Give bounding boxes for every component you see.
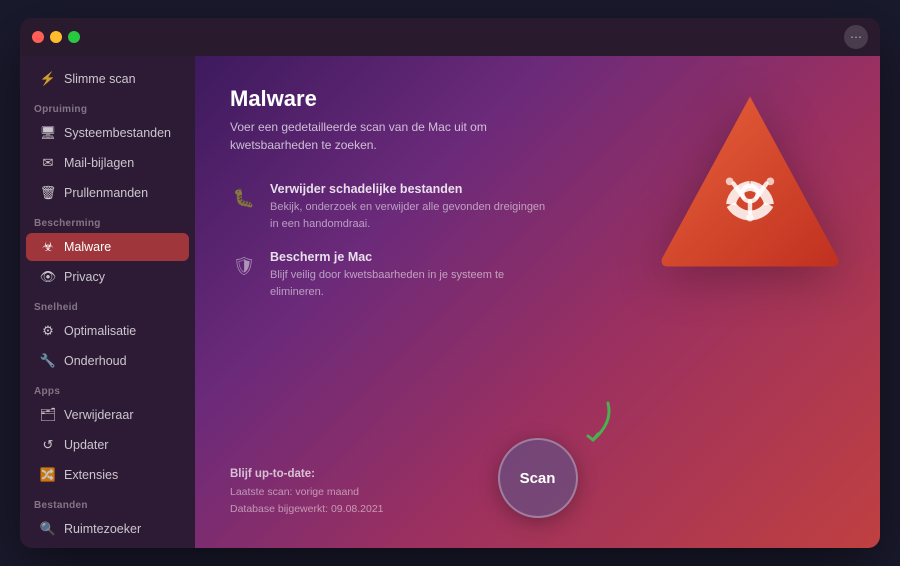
verwijderaar-icon: 🗂 [40,407,56,423]
page-title: Malware [230,86,845,112]
feature-title-verwijder: Verwijder schadelijke bestanden [270,182,550,196]
extensies-icon: 🔀 [40,467,56,483]
privacy-icon: 👁 [40,269,56,285]
malware-illustration [650,86,850,276]
updater-label: Updater [64,438,108,452]
maximize-button[interactable] [68,31,80,43]
sidebar-item-slimme-scan[interactable]: ⚡ Slimme scan [26,65,189,93]
main-area: ⚡ Slimme scan Opruiming 🖥 Systeembestand… [20,56,880,548]
gear-button[interactable]: ⋯ [844,25,868,49]
updater-icon: ↺ [40,437,56,453]
titlebar: ⋯ [20,18,880,56]
close-button[interactable] [32,31,44,43]
feature-desc-verwijder: Bekijk, onderzoek en verwijder alle gevo… [270,199,550,232]
feature-text-bescherm: Bescherm je Mac Blijf veilig door kwetsb… [270,250,550,300]
sidebar-item-prullenmanden[interactable]: 🗑 Prullenmanden [26,179,189,207]
page-subtitle: Voer een gedetailleerde scan van de Mac … [230,118,510,154]
privacy-label: Privacy [64,270,105,284]
feature-text-verwijder: Verwijder schadelijke bestanden Bekijk, … [270,182,550,232]
sidebar-item-extensies[interactable]: 🔀 Extensies [26,461,189,489]
systeembestanden-label: Systeembestanden [64,126,171,140]
feature-item-bescherm: 🛡 Bescherm je Mac Blijf veilig door kwet… [230,250,550,300]
sidebar-item-systeembestanden[interactable]: 🖥 Systeembestanden [26,119,189,147]
sidebar: ⚡ Slimme scan Opruiming 🖥 Systeembestand… [20,56,195,548]
section-label-apps: Apps [20,376,195,400]
slimme-scan-label: Slimme scan [64,72,136,86]
slimme-scan-icon: ⚡ [40,71,56,87]
sidebar-item-verwijderaar[interactable]: 🗂 Verwijderaar [26,401,189,429]
section-label-bestanden: Bestanden [20,490,195,514]
bug-icon: 🐛 [230,184,258,212]
scan-button[interactable]: Scan [498,438,578,518]
gear-icon: ⋯ [850,30,862,44]
feature-title-bescherm: Bescherm je Mac [270,250,550,264]
onderhoud-label: Onderhoud [64,354,127,368]
prullenmanden-icon: 🗑 [40,185,56,201]
section-label-bescherming: Bescherming [20,208,195,232]
sidebar-item-malware[interactable]: ☣ Malware [26,233,189,261]
ruimtezoeker-label: Ruimtezoeker [64,522,141,536]
sidebar-item-updater[interactable]: ↺ Updater [26,431,189,459]
traffic-lights [32,31,80,43]
section-label-opruiming: Opruiming [20,94,195,118]
shield-icon: 🛡 [230,252,258,280]
minimize-button[interactable] [50,31,62,43]
onderhoud-icon: 🔧 [40,353,56,369]
optimalisatie-label: Optimalisatie [64,324,136,338]
extensies-label: Extensies [64,468,118,482]
main-content: Malware Voer een gedetailleerde scan van… [195,56,880,548]
scan-button-area: Scan [498,438,578,518]
optimalisatie-icon: ⚙ [40,323,56,339]
verwijderaar-label: Verwijderaar [64,408,133,422]
sidebar-item-groot-en-oud[interactable]: 📁 Groot en oud [26,545,189,548]
section-label-snelheid: Snelheid [20,292,195,316]
sidebar-item-mail-bijlagen[interactable]: ✉ Mail-bijlagen [26,149,189,177]
ruimtezoeker-icon: 🔍 [40,521,56,537]
sidebar-item-onderhoud[interactable]: 🔧 Onderhoud [26,347,189,375]
feature-desc-bescherm: Blijf veilig door kwetsbaarheden in je s… [270,267,550,300]
mail-bijlagen-icon: ✉ [40,155,56,171]
app-window: ⋯ ⚡ Slimme scan Opruiming 🖥 Systeembesta… [20,18,880,548]
systeembestanden-icon: 🖥 [40,125,56,141]
sidebar-item-ruimtezoeker[interactable]: 🔍 Ruimtezoeker [26,515,189,543]
malware-icon: ☣ [40,239,56,255]
malware-label: Malware [64,240,111,254]
feature-item-verwijder: 🐛 Verwijder schadelijke bestanden Bekijk… [230,182,550,232]
sidebar-item-privacy[interactable]: 👁 Privacy [26,263,189,291]
mail-bijlagen-label: Mail-bijlagen [64,156,134,170]
prullenmanden-label: Prullenmanden [64,186,148,200]
sidebar-item-optimalisatie[interactable]: ⚙ Optimalisatie [26,317,189,345]
